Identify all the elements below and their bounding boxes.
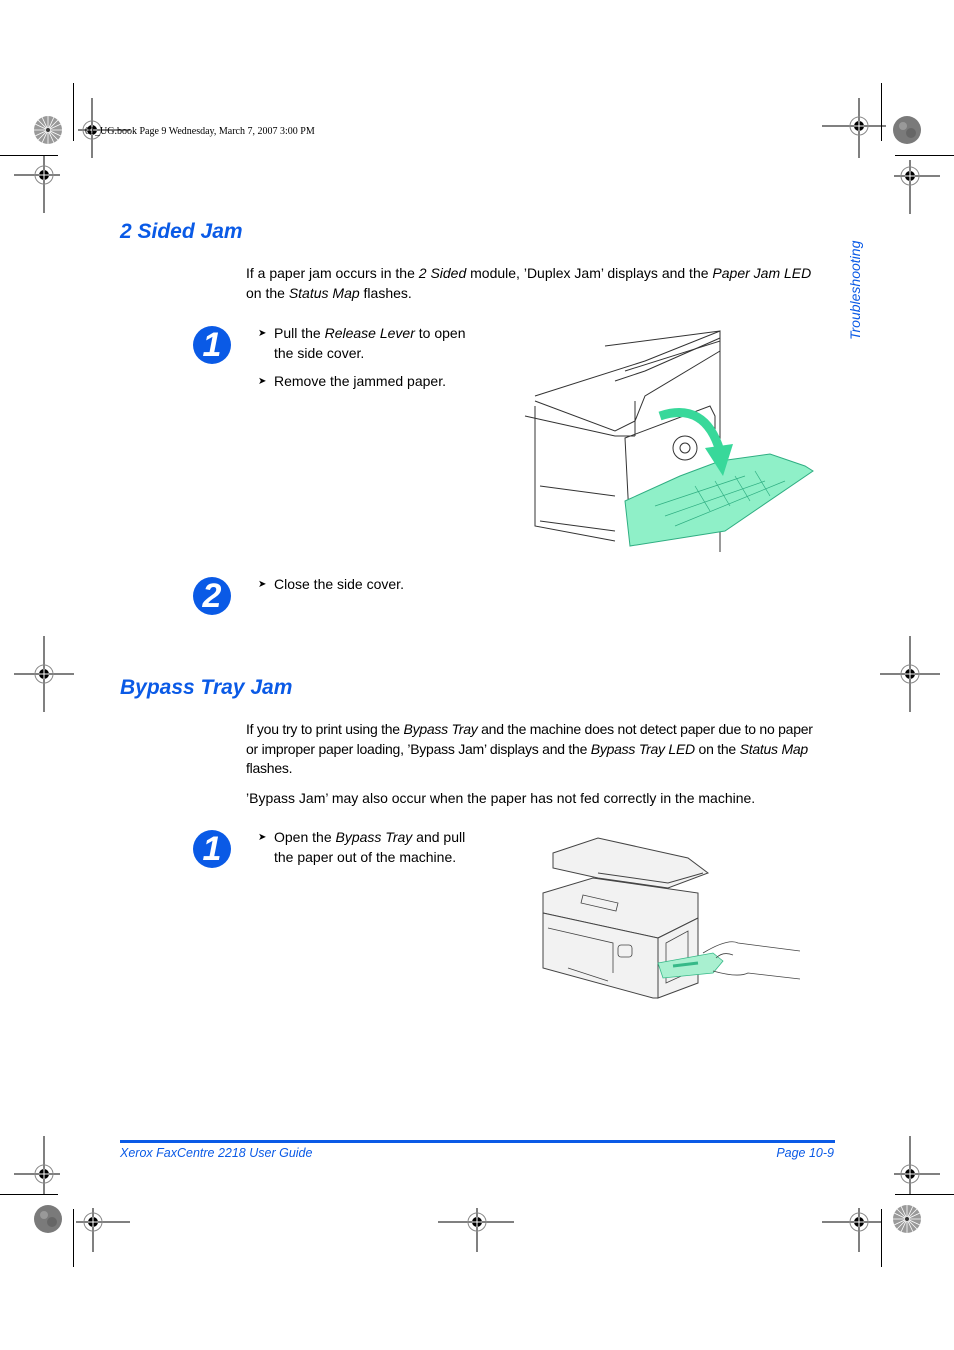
registration-mark-icon [822, 1208, 882, 1252]
gray-target-icon [893, 116, 921, 144]
registration-mark-icon [76, 1208, 130, 1252]
section-intro: If you try to print using the Bypass Tra… [246, 720, 846, 808]
starburst-target-icon [893, 1205, 921, 1233]
intro-line: on the Status Map flashes. [246, 284, 412, 301]
arrow-bullet-icon: ➤ [258, 832, 267, 843]
arrow-bullet-icon: ➤ [258, 376, 267, 387]
bypass-tray-illustration [538, 833, 800, 1003]
intro-line: If a paper jam occurs in the 2 Sided mod… [246, 265, 812, 281]
crop-line [0, 1194, 58, 1195]
step-number-badge: 2 [193, 577, 231, 615]
registration-mark-icon [894, 1136, 940, 1194]
registration-mark-icon [894, 160, 940, 214]
footer-rule [120, 1140, 835, 1143]
footer-page-number: Page 10-9 [776, 1146, 834, 1160]
registration-mark-icon [880, 636, 940, 712]
footer-guide-title: Xerox FaxCentre 2218 User Guide [120, 1146, 313, 1160]
bullet-item: ➤ Close the side cover. [258, 575, 558, 595]
bullet-item: ➤ Remove the jammed paper. [258, 372, 488, 392]
section-intro: If a paper jam occurs in the 2 Sided mod… [246, 264, 846, 303]
bullet-item: ➤ Open the Bypass Tray and pull the pape… [258, 829, 466, 865]
crop-line [881, 1209, 882, 1267]
arrow-bullet-icon: ➤ [258, 579, 267, 590]
step-instructions: ➤ Pull the Release Lever to open the sid… [258, 324, 488, 392]
crop-line [73, 1209, 74, 1267]
arrow-bullet-icon: ➤ [258, 328, 267, 339]
intro-line: flashes. [246, 760, 293, 776]
book-header-stamp: 01_UG.book Page 9 Wednesday, March 7, 20… [85, 126, 315, 137]
step-number-badge: 1 [193, 326, 231, 364]
starburst-target-icon [34, 116, 62, 144]
section-title-bypass-tray-jam: Bypass Tray Jam [120, 676, 293, 699]
intro-line: If you try to print using the Bypass Tra… [246, 721, 813, 737]
bullet-item: ➤ Pull the Release Lever to open the sid… [258, 325, 466, 361]
side-cover-open-illustration [495, 326, 817, 552]
registration-mark-icon [14, 636, 74, 712]
crop-line [895, 155, 954, 156]
registration-mark-icon [822, 98, 886, 158]
registration-mark-icon [438, 1208, 514, 1252]
section-title-2-sided-jam: 2 Sided Jam [120, 220, 243, 243]
gray-target-icon [34, 1205, 62, 1233]
crop-line [895, 1194, 954, 1195]
side-tab-label: Troubleshooting [847, 240, 863, 340]
step-number-badge: 1 [193, 830, 231, 868]
registration-mark-icon [14, 155, 60, 213]
intro-paragraph: ’Bypass Jam’ may also occur when the pap… [246, 789, 756, 806]
step-instructions: ➤ Open the Bypass Tray and pull the pape… [258, 828, 498, 867]
step-instructions: ➤ Close the side cover. [258, 575, 558, 595]
intro-line: or improper paper loading, ’Bypass Jam’ … [246, 740, 808, 757]
registration-mark-icon [14, 1136, 60, 1194]
